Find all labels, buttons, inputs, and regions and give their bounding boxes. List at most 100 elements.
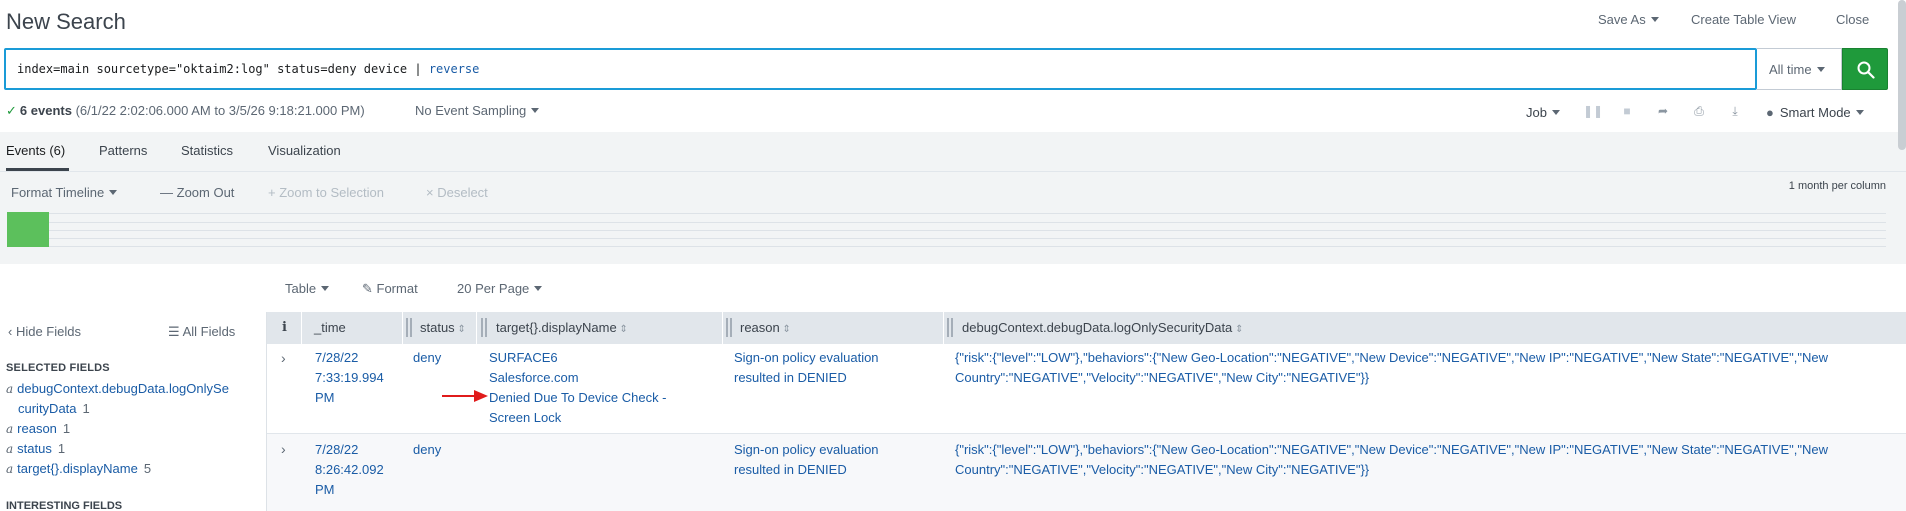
expand-row-icon[interactable]: › [281,441,286,457]
selected-fields-header: SELECTED FIELDS [6,362,110,374]
plus-icon: + [268,185,280,200]
field-item[interactable]: a target{}.displayName 5 [6,459,151,479]
create-table-view-button[interactable]: Create Table View [1691,12,1796,27]
column-drag-handle[interactable] [947,318,953,337]
field-item[interactable]: a status 1 [6,439,65,459]
pause-icon[interactable]: ❚❚ [1583,104,1603,120]
search-query-text: index=main sourcetype="oktaim2:log" stat… [17,62,479,76]
cell-status[interactable]: deny [413,348,441,368]
reason-line: resulted in DENIED [734,462,847,477]
time-line: 7/28/22 [315,350,359,365]
target-value: Denied Due To Device Check - [489,390,667,405]
tab-statistics[interactable]: Statistics [181,143,233,158]
cell-time[interactable]: 7/28/22 8:26:42.092 PM [315,440,384,500]
tab-events[interactable]: Events (6) [6,143,65,158]
deselect-label: Deselect [437,185,488,200]
deselect-button[interactable]: × Deselect [426,185,488,200]
column-separator [402,312,403,344]
column-header-debugdata[interactable]: debugContext.debugData.logOnlySecurityDa… [962,320,1243,335]
search-query-keyword: reverse [428,62,480,76]
target-value: Salesforce.com [489,370,579,385]
job-menu[interactable]: Job [1526,105,1560,120]
search-input[interactable]: index=main sourcetype="oktaim2:log" stat… [4,48,1757,90]
column-header-status[interactable]: status [420,320,466,335]
x-icon: × [426,185,438,200]
all-fields-label: All Fields [182,324,236,339]
red-arrow-annotation [442,390,488,402]
timeline-gridline [48,222,1886,223]
debug-line: Country":"NEGATIVE","Velocity":"NEGATIVE… [955,462,1370,477]
zoom-to-selection-button[interactable]: + Zoom to Selection [268,185,384,200]
timeline-scale: 1 month per column [1788,180,1886,192]
field-count: 5 [143,461,152,476]
search-mode-menu[interactable]: ● Smart Mode [1766,105,1864,120]
field-item-continuation[interactable]: curityData 1 [18,399,90,419]
cell-reason[interactable]: Sign-on policy evaluation resulted in DE… [734,440,879,480]
search-button[interactable] [1842,48,1888,90]
print-icon[interactable]: ⎙ [1691,104,1707,120]
column-separator [943,312,944,344]
event-sampling-menu[interactable]: No Event Sampling [415,103,539,118]
hide-fields-label: Hide Fields [15,324,81,339]
time-line: 8:26:42.092 [315,462,384,477]
page-title: New Search [6,9,126,34]
per-page-menu[interactable]: 20 Per Page [457,281,542,296]
search-icon [1857,61,1875,79]
column-drag-handle[interactable] [726,318,732,337]
share-icon[interactable]: ➦ [1655,104,1671,120]
pencil-icon: ✎ [362,281,377,296]
search-query-main: index=main sourcetype="oktaim2:log" stat… [17,62,429,76]
list-icon: ☰ [168,324,183,339]
column-header-target-displayname[interactable]: target{}.displayName [496,320,628,335]
cell-status[interactable]: deny [413,440,441,460]
field-name: status [17,441,52,456]
save-as-menu[interactable]: Save As [1598,12,1659,27]
table-view-menu[interactable]: Table [285,281,329,296]
reason-line: Sign-on policy evaluation [734,442,879,457]
reason-line: Sign-on policy evaluation [734,350,879,365]
zoom-to-selection-label: Zoom to Selection [279,185,384,200]
page-scrollbar[interactable] [1898,0,1906,150]
debug-line: Country":"NEGATIVE","Velocity":"NEGATIVE… [955,370,1370,385]
column-separator [476,312,477,344]
cell-time[interactable]: 7/28/22 7:33:19.994 PM [315,348,384,408]
field-name: target{}.displayName [17,461,138,476]
close-button[interactable]: Close [1836,12,1869,27]
column-header-reason[interactable]: reason [740,320,791,335]
expand-row-icon[interactable]: › [281,350,286,366]
stop-icon[interactable]: ■ [1619,104,1635,120]
tab-visualization[interactable]: Visualization [268,143,341,158]
column-drag-handle[interactable] [481,318,487,337]
search-mode-label: Smart Mode [1779,105,1851,120]
time-line: 7/28/22 [315,442,359,457]
column-header-time[interactable]: _time [314,320,346,335]
field-item[interactable]: a reason 1 [6,419,70,439]
minus-icon: — [160,185,177,200]
column-drag-handle[interactable] [406,318,412,337]
timeline-bar[interactable] [7,212,49,247]
field-type-icon: a [6,382,14,396]
time-line: 7:33:19.994 [315,370,384,385]
time-range-picker[interactable]: All time [1757,48,1842,90]
interesting-fields-header: INTERESTING FIELDS [6,500,123,511]
cell-target-displayname[interactable]: SURFACE6 Salesforce.com Denied Due To De… [489,348,667,428]
format-button[interactable]: ✎ Format [362,281,418,297]
hide-fields-button[interactable]: ‹ Hide Fields [8,324,81,339]
column-header-info: i [282,320,287,335]
tab-patterns[interactable]: Patterns [99,143,147,158]
timeline-gridline [48,238,1886,239]
zoom-out-button[interactable]: — Zoom Out [160,185,234,200]
bulb-icon: ● [1766,105,1774,120]
cell-debugdata[interactable]: {"risk":{"level":"LOW"},"behaviors":{"Ne… [955,348,1828,388]
event-count: 6 events [19,103,72,118]
export-icon[interactable]: ⤓ [1727,104,1743,120]
all-fields-button[interactable]: ☰ All Fields [168,324,235,340]
active-tab-indicator [6,168,69,171]
cell-debugdata[interactable]: {"risk":{"level":"LOW"},"behaviors":{"Ne… [955,440,1828,480]
field-item[interactable]: a debugContext.debugData.logOnlySe [6,379,229,399]
event-count-status: ✓ 6 events (6/1/22 2:02:06.000 AM to 3/5/… [6,103,365,119]
field-count: 1 [62,421,71,436]
format-timeline-menu[interactable]: Format Timeline [11,185,117,200]
cell-reason[interactable]: Sign-on policy evaluation resulted in DE… [734,348,879,388]
format-label: Format [376,281,418,296]
